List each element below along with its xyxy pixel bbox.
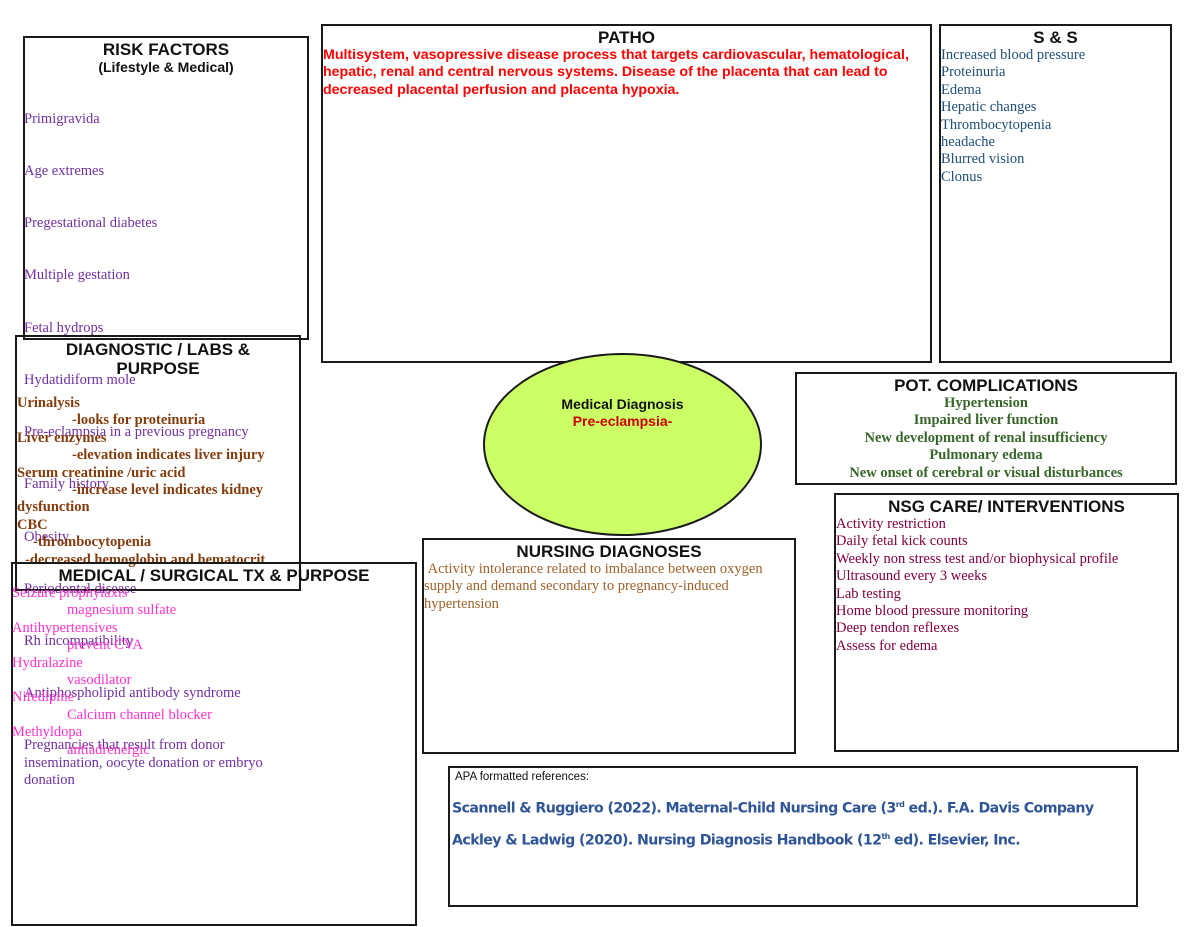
patho-title: PATHO: [598, 28, 655, 47]
list-item: Proteinuria: [941, 64, 1006, 81]
diagnostics-title-line1: DIAGNOSTIC / LABS &: [65, 340, 251, 359]
reference-text: Scannell & Ruggiero (2022). Maternal-Chi…: [452, 800, 896, 817]
medical-diagnosis-value: Pre-eclampsia-: [572, 413, 673, 429]
references-box: APA formatted references: Scannell & Rug…: [448, 766, 1138, 907]
list-item: Deep tendon reflexes: [836, 620, 960, 637]
list-item: Pregestational diabetes: [24, 215, 158, 232]
medical-tx-list: Seizure prophylaxis magnesium sulfate An…: [12, 585, 415, 759]
nsg-care-title: NSG CARE/ INTERVENTIONS: [888, 497, 1125, 516]
reference-superscript: rd: [895, 800, 905, 809]
lab-purpose: -increase level indicates kidney dysfunc…: [17, 482, 264, 516]
complications-title: POT. COMPLICATIONS: [894, 376, 1078, 395]
list-item: New onset of cerebral or visual disturba…: [849, 464, 1123, 481]
list-item: Lab testing: [836, 585, 901, 602]
medical-tx-box: MEDICAL / SURGICAL TX & PURPOSE Seizure …: [11, 562, 417, 926]
reference-text: ed.). F.A. Davis Company: [904, 800, 1095, 817]
nursing-diagnoses-title: NURSING DIAGNOSES: [516, 542, 702, 561]
list-item: Assess for edema: [836, 637, 938, 654]
list-item: Activity restriction: [836, 516, 946, 532]
patho-text: Multisystem, vasopressive disease proces…: [323, 47, 909, 98]
list-item: Blurred vision: [941, 151, 1025, 168]
patho-box: PATHO Multisystem, vasopressive disease …: [321, 24, 932, 363]
lab-test: Liver enzymes: [17, 429, 107, 446]
medical-diagnosis-label: Medical Diagnosis: [561, 396, 684, 412]
nursing-diagnoses-box: NURSING DIAGNOSES Activity intolerance r…: [422, 538, 796, 754]
nsg-care-list: Activity restriction Daily fetal kick co…: [836, 516, 1177, 655]
medical-tx-title: MEDICAL / SURGICAL TX & PURPOSE: [58, 566, 370, 585]
treatment-purpose: antiadrenergic: [67, 741, 150, 758]
list-item: Hypertension: [944, 395, 1028, 411]
treatment: Methyldopa: [12, 724, 83, 741]
list-item: Edema: [941, 81, 982, 98]
diagnostics-list: Urinalysis -looks for proteinuria Liver …: [17, 395, 299, 569]
reference-item: Ackley & Ladwig (2020). Nursing Diagnosi…: [450, 832, 1136, 849]
complications-box: POT. COMPLICATIONS Hypertension Impaired…: [795, 372, 1177, 485]
treatment-purpose: prevent CVA: [67, 637, 143, 654]
list-item: Daily fetal kick counts: [836, 533, 968, 550]
nsg-care-box: NSG CARE/ INTERVENTIONS Activity restric…: [834, 493, 1179, 752]
list-item: Clonus: [941, 168, 983, 185]
complications-list: Hypertension Impaired liver function New…: [797, 395, 1175, 482]
list-item: Age extremes: [24, 163, 105, 180]
lab-purpose: -looks for proteinuria: [72, 412, 206, 429]
treatment-purpose: magnesium sulfate: [67, 602, 177, 619]
list-item: Multiple gestation: [24, 267, 130, 284]
risk-factors-box: RISK FACTORS (Lifestyle & Medical) Primi…: [23, 36, 309, 788]
list-item: Impaired liver function: [913, 412, 1059, 429]
treatment: Nifedipine: [12, 689, 75, 706]
list-item: Thrombocytopenia: [941, 116, 1052, 133]
lab-purpose: -elevation indicates liver injury: [72, 447, 265, 464]
diagnostics-title-line2: PURPOSE: [116, 359, 200, 378]
list-item: headache: [941, 134, 995, 151]
reference-text: Ackley & Ladwig (2020). Nursing Diagnosi…: [452, 832, 882, 849]
list-item: Pulmonary edema: [929, 447, 1043, 464]
list-item: New development of renal insufficiency: [864, 429, 1108, 446]
risk-factors-title: RISK FACTORS: [102, 40, 230, 59]
treatment-purpose: vasodilator: [67, 672, 132, 689]
diagnostics-box: DIAGNOSTIC / LABS & PURPOSE Urinalysis -…: [15, 335, 301, 591]
signs-symptoms-list: Increased blood pressure Proteinuria Ede…: [941, 47, 1170, 186]
treatment: Antihypertensives: [12, 619, 118, 636]
list-item: Increased blood pressure: [941, 47, 1086, 63]
list-item: Home blood pressure monitoring: [836, 603, 1029, 620]
nursing-diagnosis-text: Activity intolerance related to imbalanc…: [424, 561, 767, 612]
list-item: Hepatic changes: [941, 99, 1037, 116]
treatment-purpose: Calcium channel blocker: [67, 706, 212, 723]
lab-test: CBC: [17, 516, 48, 533]
reference-superscript: th: [881, 831, 890, 841]
list-item: Ultrasound every 3 weeks: [836, 568, 987, 585]
references-label: APA formatted references:: [455, 771, 590, 783]
lab-test: Urinalysis: [17, 395, 80, 411]
signs-symptoms-box: S & S Increased blood pressure Proteinur…: [939, 24, 1172, 363]
medical-diagnosis-ellipse: Medical Diagnosis Pre-eclampsia-: [483, 353, 762, 536]
signs-symptoms-title: S & S: [1033, 28, 1078, 47]
treatment: Hydralazine: [12, 654, 83, 671]
reference-item: Scannell & Ruggiero (2022). Maternal-Chi…: [450, 800, 1136, 817]
risk-factors-subtitle: (Lifestyle & Medical): [98, 59, 234, 75]
list-item: Primigravida: [24, 110, 100, 127]
treatment: Seizure prophylaxis: [12, 585, 128, 601]
lab-finding: -thrombocytopenia: [33, 534, 152, 551]
reference-text: ed). Elsevier, Inc.: [889, 832, 1021, 849]
lab-test: Serum creatinine /uric acid: [17, 464, 186, 481]
list-item: Weekly non stress test and/or biophysica…: [836, 550, 1119, 567]
